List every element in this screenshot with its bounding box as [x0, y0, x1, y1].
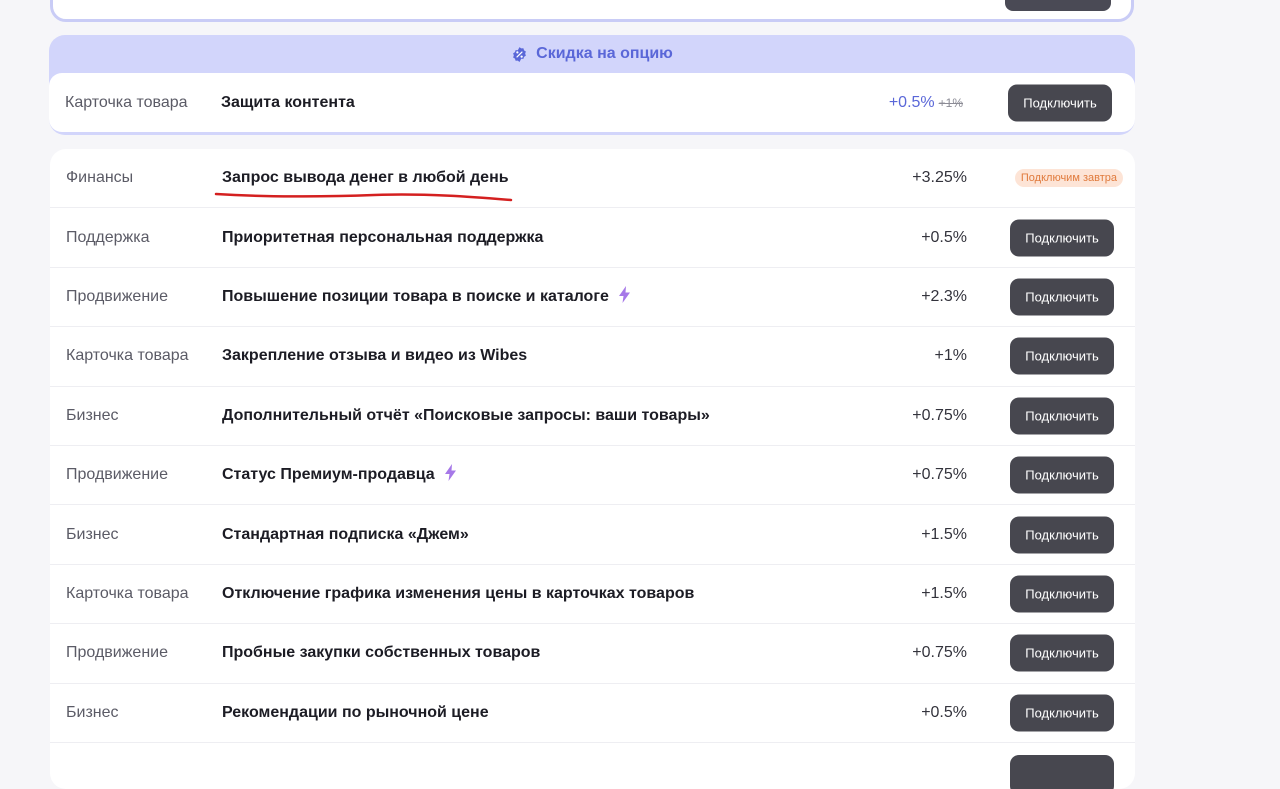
- row-category: Продвижение: [66, 644, 168, 662]
- connect-button[interactable]: Подключить: [1010, 634, 1114, 672]
- row-commission: +0.5%: [921, 228, 967, 246]
- row-option-name: Дополнительный отчёт «Поисковые запросы:…: [222, 407, 710, 425]
- row-category: Карточка товара: [66, 584, 189, 602]
- row-commission: +0.75%: [912, 644, 967, 662]
- option-row-market-price: Бизнес Рекомендации по рыночной цене +0.…: [50, 684, 1135, 743]
- connect-button[interactable]: Подключить: [1010, 575, 1114, 613]
- options-list: Финансы Запрос вывода денег в любой день…: [50, 149, 1135, 789]
- connect-button[interactable]: Подключить: [1010, 694, 1114, 732]
- option-row-finance: Финансы Запрос вывода денег в любой день…: [50, 149, 1135, 209]
- option-row-clipped: [50, 743, 1135, 789]
- discount-header: Скидка на опцию: [49, 35, 1135, 73]
- row-option-name: Стандартная подписка «Джем»: [222, 526, 469, 544]
- row-category: Продвижение: [66, 466, 168, 484]
- row-category: Продвижение: [66, 287, 168, 305]
- option-row-jam-subscription: Бизнес Стандартная подписка «Джем» +1.5%…: [50, 505, 1135, 565]
- option-name-text: Приоритетная персональная поддержка: [222, 228, 544, 246]
- row-category: Бизнес: [66, 703, 119, 721]
- discount-option-card: Скидка на опцию Карточка товара Защита к…: [49, 35, 1135, 135]
- discount-title: Скидка на опцию: [536, 45, 673, 62]
- row-commission: +1.5%: [921, 525, 967, 543]
- row-option-name: Запрос вывода денег в любой день: [222, 169, 509, 187]
- option-row-test-purchases: Продвижение Пробные закупки собственных …: [50, 624, 1135, 684]
- row-option-name: Закрепление отзыва и видео из Wibes: [222, 347, 527, 365]
- previous-options-card: [50, 0, 1134, 22]
- row-category: Бизнес: [66, 406, 119, 424]
- lightning-icon: [618, 285, 630, 308]
- connect-button[interactable]: Подключить: [1010, 337, 1114, 375]
- row-category: Поддержка: [66, 228, 150, 246]
- row-category: Карточка товара: [66, 347, 189, 365]
- connect-button-clipped[interactable]: [1005, 0, 1111, 11]
- connect-button[interactable]: Подключить: [1010, 278, 1114, 316]
- option-name-text: Рекомендации по рыночной цене: [222, 703, 489, 721]
- option-row-review-pin: Карточка товара Закрепление отзыва и вид…: [50, 327, 1135, 387]
- lightning-icon: [444, 464, 456, 486]
- option-name-text: Отключение графика изменения цены в карт…: [222, 584, 695, 602]
- option-row-price-graph: Карточка товара Отключение графика измен…: [50, 565, 1135, 625]
- connect-button[interactable]: Подключить: [1010, 456, 1114, 494]
- option-row-search-report: Бизнес Дополнительный отчёт «Поисковые з…: [50, 387, 1135, 446]
- row-category: Финансы: [66, 169, 134, 187]
- discount-badge-icon: [511, 46, 528, 63]
- row-option-name: Пробные закупки собственных товаров: [222, 644, 540, 662]
- row-option-name: Защита контента: [221, 94, 355, 112]
- option-name-text: Повышение позиции товара в поиске и ката…: [222, 287, 609, 305]
- row-commission: +0.5% +1%: [889, 94, 963, 112]
- discounted-commission: +0.5%: [888, 93, 935, 111]
- option-row-promotion-search: Продвижение Повышение позиции товара в п…: [50, 268, 1135, 328]
- row-commission: +1%: [934, 347, 967, 365]
- row-option-name: Повышение позиции товара в поиске и ката…: [222, 285, 630, 308]
- row-option-name: Рекомендации по рыночной цене: [222, 704, 489, 722]
- option-name-text: Закрепление отзыва и видео из Wibes: [222, 347, 528, 365]
- option-row-support: Поддержка Приоритетная персональная подд…: [50, 208, 1135, 268]
- row-commission: +3.25%: [912, 169, 967, 187]
- option-row-premium-seller: Продвижение Статус Премиум-продавца +0.7…: [50, 446, 1135, 506]
- option-name-text: Дополнительный отчёт «Поисковые запросы:…: [222, 406, 710, 424]
- option-name-text: Статус Премиум-продавца: [222, 466, 435, 484]
- connect-button-clipped[interactable]: [1010, 755, 1114, 789]
- row-option-name: Приоритетная персональная поддержка: [222, 229, 543, 247]
- connect-button[interactable]: Подключить: [1010, 516, 1114, 554]
- option-name-text: Стандартная подписка «Джем»: [222, 525, 469, 543]
- row-commission: +0.75%: [912, 466, 967, 484]
- option-row-content-protection: Карточка товара Защита контента +0.5% +1%…: [49, 73, 1135, 133]
- row-option-name: Статус Премиум-продавца: [222, 464, 456, 486]
- row-commission: +0.75%: [912, 406, 967, 424]
- row-category: Карточка товара: [65, 93, 188, 111]
- row-commission: +0.5%: [921, 703, 967, 721]
- option-name-text: Пробные закупки собственных товаров: [222, 644, 541, 662]
- row-commission: +2.3%: [921, 287, 967, 305]
- connect-button[interactable]: Подключить: [1010, 397, 1114, 435]
- connect-button[interactable]: Подключить: [1008, 84, 1112, 122]
- row-option-name: Отключение графика изменения цены в карт…: [222, 585, 694, 603]
- option-name-text: Защита контента: [221, 93, 355, 111]
- option-name-text: Запрос вывода денег в любой день: [222, 169, 509, 187]
- row-category: Бизнес: [66, 525, 119, 543]
- row-commission: +1.5%: [921, 584, 967, 602]
- original-commission: +1%: [938, 95, 963, 110]
- status-badge: Подключим завтра: [1014, 169, 1123, 188]
- connect-button[interactable]: Подключить: [1010, 219, 1114, 257]
